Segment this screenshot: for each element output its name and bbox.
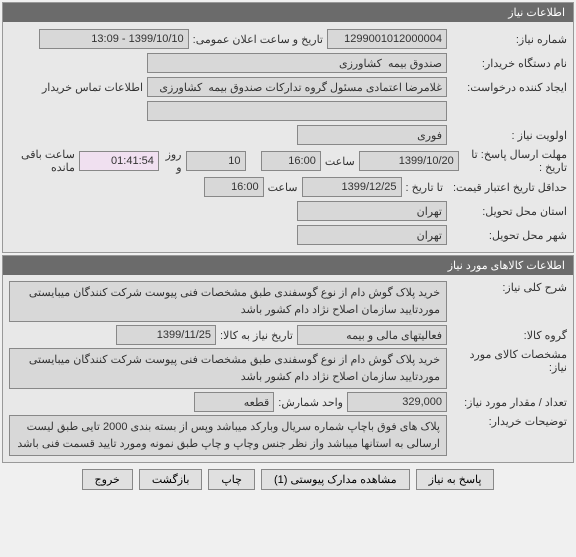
back-button[interactable]: بازگشت [139,469,203,490]
org-field [147,53,447,73]
qty-field [347,392,447,412]
qty-label: تعداد / مقدار مورد نیاز: [447,396,567,409]
subject-field: خرید پلاک گوش دام از نوع گوسفندی طبق مشخ… [9,281,447,322]
unit-field [194,392,274,412]
min-valid-date-field [302,177,402,197]
need-info-body: شماره نیاز: تاریخ و ساعت اعلان عمومی: نا… [3,22,573,252]
action-bar: پاسخ به نیاز مشاهده مدارک پیوستی (1) چاپ… [0,465,576,494]
delivery-city-label: شهر محل تحویل: [447,229,567,242]
need-no-field [327,29,447,49]
row-creator: ایجاد کننده درخواست: اطلاعات تماس خریدار [9,76,567,98]
subject-label: شرح کلی نیاز: [447,281,567,294]
group-field [297,325,447,345]
priority-label: اولویت نیاز : [447,129,567,142]
row-org: نام دستگاه خریدار: [9,52,567,74]
row-deadline: مهلت ارسال پاسخ: تا تاریخ : ساعت روز و س… [9,148,567,174]
until-date-field [116,325,216,345]
min-valid-until: تا تاریخ : [402,181,447,194]
creator-field [147,77,447,97]
until-date-label: تاریخ نیاز به کالا: [216,329,297,342]
spec-field: خرید پلاک گوش دام از نوع گوسفندی طبق مشخ… [9,348,447,389]
row-contact [9,100,567,122]
unit-label: واحد شمارش: [274,396,347,409]
row-need-no: شماره نیاز: تاریخ و ساعت اعلان عمومی: [9,28,567,50]
remaining-time-field [79,151,159,171]
row-delivery-city: شهر محل تحویل: [9,224,567,246]
notes-label: توضیحات خریدار: [447,415,567,428]
group-label: گروه کالا: [447,329,567,342]
row-notes: توضیحات خریدار: پلاک های فوق باچاپ شماره… [9,415,567,456]
min-valid-time-label: ساعت [264,181,302,194]
row-subject: شرح کلی نیاز: خرید پلاک گوش دام از نوع گ… [9,281,567,322]
priority-field [297,125,447,145]
row-spec: مشخصات کالای مورد نیاز: خرید پلاک گوش دا… [9,348,567,389]
goods-info-panel: اطلاعات کالاهای مورد نیاز شرح کلی نیاز: … [2,255,574,463]
respond-button[interactable]: پاسخ به نیاز [416,469,495,490]
print-button[interactable]: چاپ [208,469,255,490]
delivery-prov-field [297,201,447,221]
need-info-panel: اطلاعات نیاز شماره نیاز: تاریخ و ساعت اع… [2,2,574,253]
row-delivery-prov: استان محل تحویل: [9,200,567,222]
exit-button[interactable]: خروج [82,469,133,490]
min-valid-label: حداقل تاریخ اعتبار قیمت: [447,181,567,194]
goods-info-header: اطلاعات کالاهای مورد نیاز [3,256,573,275]
delivery-city-field [297,225,447,245]
row-priority: اولویت نیاز : [9,124,567,146]
attachments-button[interactable]: مشاهده مدارک پیوستی (1) [261,469,410,490]
announce-field [39,29,189,49]
days-label: روز و [159,148,186,174]
org-label: نام دستگاه خریدار: [447,57,567,70]
days-field [186,151,246,171]
announce-label: تاریخ و ساعت اعلان عمومی: [189,33,327,46]
spec-label: مشخصات کالای مورد نیاز: [447,348,567,374]
contact-label: اطلاعات تماس خریدار [38,81,147,94]
deadline-date-field [359,151,459,171]
row-qty: تعداد / مقدار مورد نیاز: واحد شمارش: [9,391,567,413]
min-valid-time-field [204,177,264,197]
deadline-time-field [261,151,321,171]
need-info-header: اطلاعات نیاز [3,3,573,22]
need-no-label: شماره نیاز: [447,33,567,46]
row-min-valid: حداقل تاریخ اعتبار قیمت: تا تاریخ : ساعت [9,176,567,198]
deadline-time-label: ساعت [321,155,359,168]
delivery-prov-label: استان محل تحویل: [447,205,567,218]
creator-label: ایجاد کننده درخواست: [447,81,567,94]
remaining-label: ساعت باقی مانده [9,148,79,174]
row-group: گروه کالا: تاریخ نیاز به کالا: [9,324,567,346]
goods-info-body: شرح کلی نیاز: خرید پلاک گوش دام از نوع گ… [3,275,573,462]
notes-field: پلاک های فوق باچاپ شماره سریال وبارکد می… [9,415,447,456]
deadline-label: مهلت ارسال پاسخ: تا تاریخ : [459,148,567,174]
contact-field [147,101,447,121]
